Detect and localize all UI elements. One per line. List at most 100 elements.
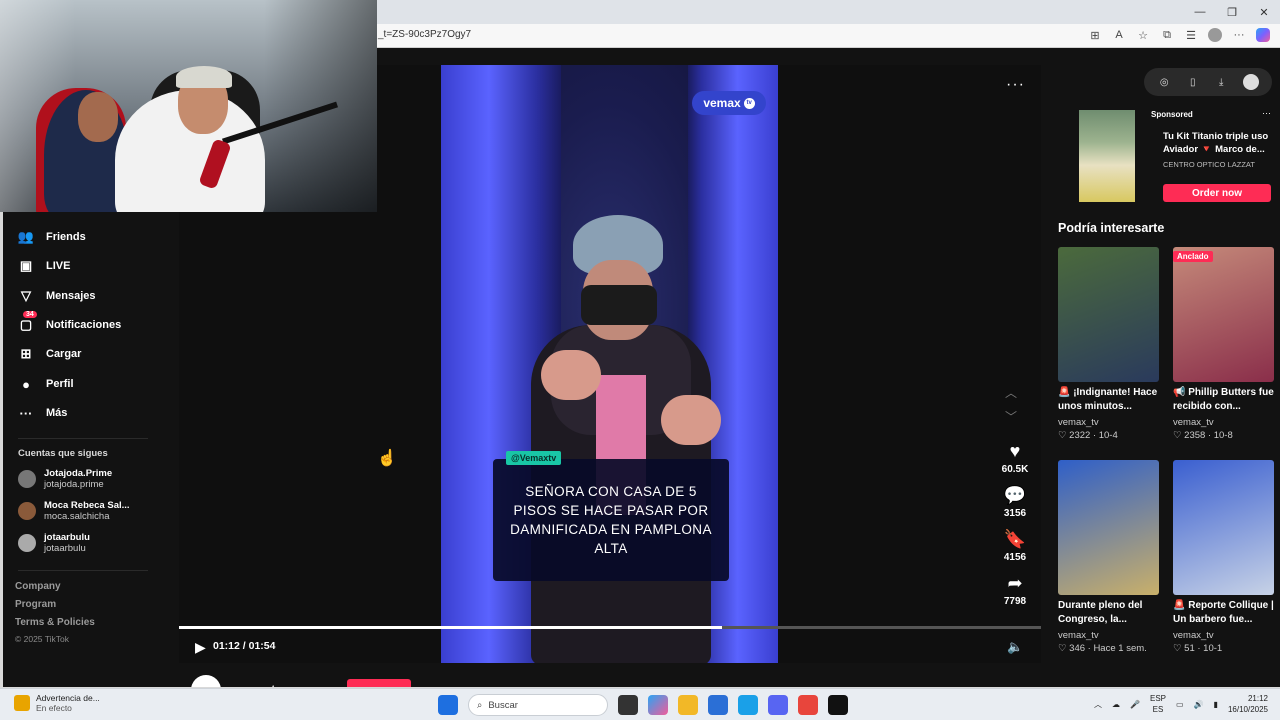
more-icon: ··· xyxy=(19,405,33,421)
footer-link-program[interactable]: Program xyxy=(15,599,56,610)
recommended-card[interactable]: Anclado 📢 Phillip Butters fue recibido c… xyxy=(1173,247,1274,441)
footer-link-company[interactable]: Company xyxy=(15,581,61,592)
user-avatar-icon[interactable] xyxy=(1242,74,1259,90)
store-icon[interactable] xyxy=(708,695,728,715)
sidebar-item-label: Notificaciones xyxy=(46,319,122,331)
following-item[interactable]: Jotajoda.Prime jotajoda.prime xyxy=(18,468,112,490)
recommended-card[interactable]: 🚨 Reporte Collique | Un barbero fue... v… xyxy=(1173,460,1274,654)
ad-title[interactable]: Tu Kit Titanio triple uso Aviador 🔻 Marc… xyxy=(1163,130,1275,156)
copyright: © 2025 TikTok xyxy=(15,634,69,644)
warning-subtitle: En efecto xyxy=(36,703,72,713)
card-thumbnail xyxy=(1058,247,1159,382)
sidebar-item-profile[interactable]: ● Perfil xyxy=(18,373,73,395)
video-author[interactable]: vemax_tv xyxy=(191,675,281,687)
minimize-button[interactable]: — xyxy=(1184,0,1216,24)
search-icon: ⌕ xyxy=(477,699,483,711)
read-aloud-icon[interactable]: A xyxy=(1112,28,1126,42)
chevron-down-icon[interactable]: ﹀ xyxy=(1005,408,1017,425)
sidebar-item-notifications[interactable]: ▢ 34 Notificaciones xyxy=(18,311,122,336)
card-thumbnail xyxy=(1173,460,1274,595)
chrome-icon[interactable] xyxy=(798,695,818,715)
recommended-card[interactable]: 🚨 ¡Indignante! Hace unos minutos... vema… xyxy=(1058,247,1159,441)
comment-icon: 💬 xyxy=(1003,484,1027,505)
speaker-icon[interactable]: 🔊 xyxy=(1194,700,1204,709)
top-action-pill: ◎ ▯ ⤓ xyxy=(1144,68,1272,96)
close-button[interactable]: ✕ xyxy=(1248,0,1280,24)
sidebar-item-messages[interactable]: ▽ Mensajes xyxy=(18,285,96,307)
window-controls: — ❐ ✕ xyxy=(1184,0,1280,24)
footer-link-terms[interactable]: Terms & Policies xyxy=(15,617,95,628)
more-options-icon[interactable]: ··· xyxy=(1006,76,1025,94)
sidebar-item-friends[interactable]: 👥 Friends xyxy=(18,226,86,248)
card-stats: ♡ 2358 · 10-8 xyxy=(1173,430,1233,441)
hand-cursor-icon: ☝ xyxy=(377,450,397,467)
like-count: 60.5K xyxy=(1001,464,1029,475)
extensions-icon[interactable]: ⧉ xyxy=(1160,28,1174,42)
mic-icon[interactable]: 🎤 xyxy=(1130,700,1140,709)
maximize-button[interactable]: ❐ xyxy=(1216,0,1248,24)
warning-title: Advertencia de... xyxy=(36,693,100,703)
notification-badge: 34 xyxy=(23,311,37,318)
video-progress-bar[interactable] xyxy=(179,626,1041,629)
ad-more-icon[interactable]: ··· xyxy=(1262,108,1271,118)
follow-button[interactable] xyxy=(347,679,411,687)
volume-icon[interactable]: 🔈 xyxy=(1007,639,1023,655)
order-now-button[interactable]: Order now xyxy=(1163,184,1271,202)
card-title: 🚨 ¡Indignante! Hace unos minutos... xyxy=(1058,387,1158,412)
favorite-star-icon[interactable]: ☆ xyxy=(1136,28,1150,42)
following-item[interactable]: Moca Rebeca Sal... moca.salchicha xyxy=(18,500,130,522)
profile-icon[interactable] xyxy=(1208,28,1222,42)
card-thumbnail xyxy=(1058,460,1159,595)
favorites-icon[interactable]: ☰ xyxy=(1184,28,1198,42)
right-panel: ◎ ▯ ⤓ Sponsored ··· Tu Kit Titanio tripl… xyxy=(1043,48,1280,687)
address-bar-icons: ⊞ A ☆ ⧉ ☰ ··· xyxy=(1088,28,1270,42)
share-icon: ➦ xyxy=(1007,572,1023,593)
app-icon[interactable]: ⊞ xyxy=(1088,28,1102,42)
discord-icon[interactable] xyxy=(768,695,788,715)
ad-image[interactable] xyxy=(1079,110,1135,202)
sidebar-item-live[interactable]: ▣ LIVE xyxy=(18,255,71,277)
cloud-icon[interactable]: ☁ xyxy=(1112,700,1120,709)
compass-icon[interactable]: ◎ xyxy=(1157,77,1171,88)
sidebar-item-upload[interactable]: ⊞ Cargar xyxy=(18,343,82,365)
share-button[interactable]: ➦ 7798 xyxy=(993,572,1037,608)
taskbar-search[interactable]: ⌕ Buscar xyxy=(468,694,608,716)
app-icon[interactable] xyxy=(828,695,848,715)
following-item[interactable]: jotaarbulu jotaarbulu xyxy=(18,532,90,554)
copilot-icon[interactable] xyxy=(1256,28,1270,42)
weather-warning-widget[interactable]: Advertencia de... En efecto xyxy=(14,693,100,713)
bookmark-button[interactable]: 🔖 4156 xyxy=(993,528,1037,564)
sidebar-item-label: Más xyxy=(46,407,68,419)
warning-icon xyxy=(14,695,30,711)
divider xyxy=(18,438,148,439)
video-player[interactable]: vemax tv SEÑORA CON CASA DE 5 PISOS SE HA… xyxy=(441,65,778,663)
divider xyxy=(18,570,148,571)
chevron-up-icon[interactable]: ︿ xyxy=(1094,699,1102,710)
download-icon[interactable]: ⤓ xyxy=(1214,77,1228,88)
phone-icon[interactable]: ▯ xyxy=(1186,77,1200,88)
url-field[interactable]: _t=ZS-90c3Pz7Ogy7 xyxy=(378,29,471,40)
edge-icon[interactable] xyxy=(738,695,758,715)
like-button[interactable]: ♥ 60.5K xyxy=(993,440,1037,476)
windows-start-icon[interactable] xyxy=(438,695,458,715)
clock[interactable]: 21:12 16/10/2025 xyxy=(1228,693,1268,715)
battery-icon[interactable]: ▮ xyxy=(1214,700,1218,709)
task-view-icon[interactable] xyxy=(618,695,638,715)
comment-button[interactable]: 💬 3156 xyxy=(993,484,1037,520)
chevron-up-icon[interactable]: ︿ xyxy=(1005,384,1017,401)
avatar xyxy=(191,675,221,687)
card-author: vemax_tv xyxy=(1058,630,1099,641)
copilot-app-icon[interactable] xyxy=(648,695,668,715)
recommended-card[interactable]: Durante pleno del Congreso, la... vemax_… xyxy=(1058,460,1159,654)
vemax-logo: vemax tv xyxy=(692,91,766,115)
messages-icon: ▽ xyxy=(21,288,31,303)
language-indicator[interactable]: ESP ES xyxy=(1150,693,1166,715)
settings-more-icon[interactable]: ··· xyxy=(1232,28,1246,42)
sidebar-item-more[interactable]: ··· Más xyxy=(18,402,68,424)
following-title: Cuentas que sigues xyxy=(18,448,108,459)
screen: — ❐ ✕ _t=ZS-90c3Pz7Ogy7 ⊞ A ☆ ⧉ ☰ ··· 👥 … xyxy=(0,0,1280,720)
monitor-icon[interactable]: ▭ xyxy=(1176,700,1184,709)
play-icon[interactable]: ▶ xyxy=(195,639,206,656)
file-explorer-icon[interactable] xyxy=(678,695,698,715)
live-icon: ▣ xyxy=(19,258,33,273)
